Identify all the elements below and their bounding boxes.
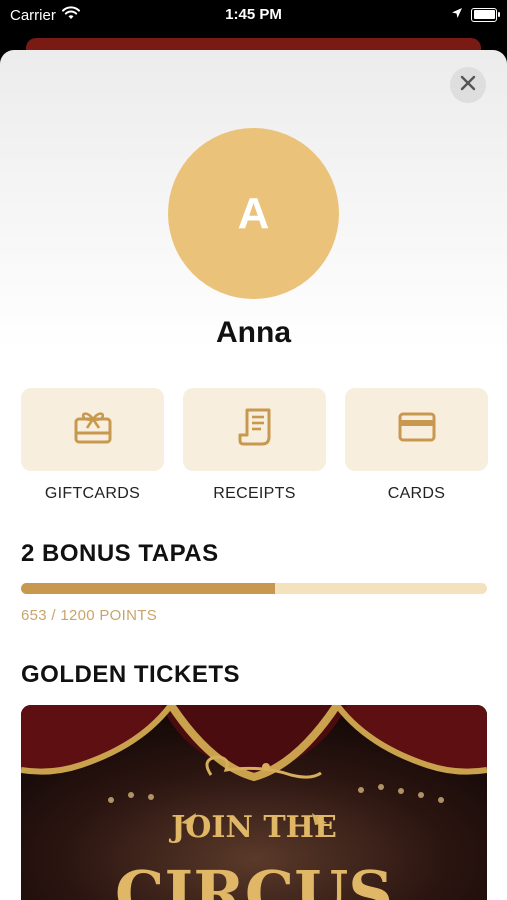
status-time: 1:45 PM (225, 6, 282, 23)
avatar: A (168, 128, 339, 299)
points-progress-fill (21, 583, 275, 594)
ticket-join-text: JOIN THE (168, 810, 337, 845)
close-icon (460, 75, 476, 96)
avatar-initial: A (237, 188, 270, 238)
gift-card-icon (73, 409, 113, 450)
cards-label: CARDS (387, 485, 446, 502)
location-arrow-icon (451, 6, 463, 23)
golden-ticket-card[interactable]: JOIN THE CIRCUS (21, 705, 487, 900)
status-bar: Carrier 1:45 PM (0, 0, 507, 30)
cards-button[interactable] (345, 388, 488, 471)
close-button[interactable] (450, 67, 486, 103)
battery-icon (471, 7, 500, 22)
user-name: Anna (216, 316, 291, 349)
points-text: 653 / 1200 POINTS (21, 607, 158, 624)
receipts-label: RECEIPTS (213, 485, 296, 502)
circus-ticket-image: JOIN THE CIRCUS (21, 705, 487, 900)
ticket-circus-text: CIRCUS (115, 857, 393, 900)
points-progress-bar (21, 583, 487, 594)
receipts-button[interactable] (183, 388, 326, 471)
giftcards-label: GIFTCARDS (44, 485, 141, 502)
receipt-icon (237, 407, 273, 452)
credit-card-icon (397, 411, 437, 448)
giftcards-button[interactable] (21, 388, 164, 471)
profile-sheet: A Anna GIFTCARDS RECEIPTS CARDS 2 BONUS … (0, 50, 507, 900)
golden-tickets-title: GOLDEN TICKETS (21, 661, 241, 688)
status-right (451, 6, 500, 23)
bonus-title: 2 BONUS TAPAS (21, 540, 219, 567)
